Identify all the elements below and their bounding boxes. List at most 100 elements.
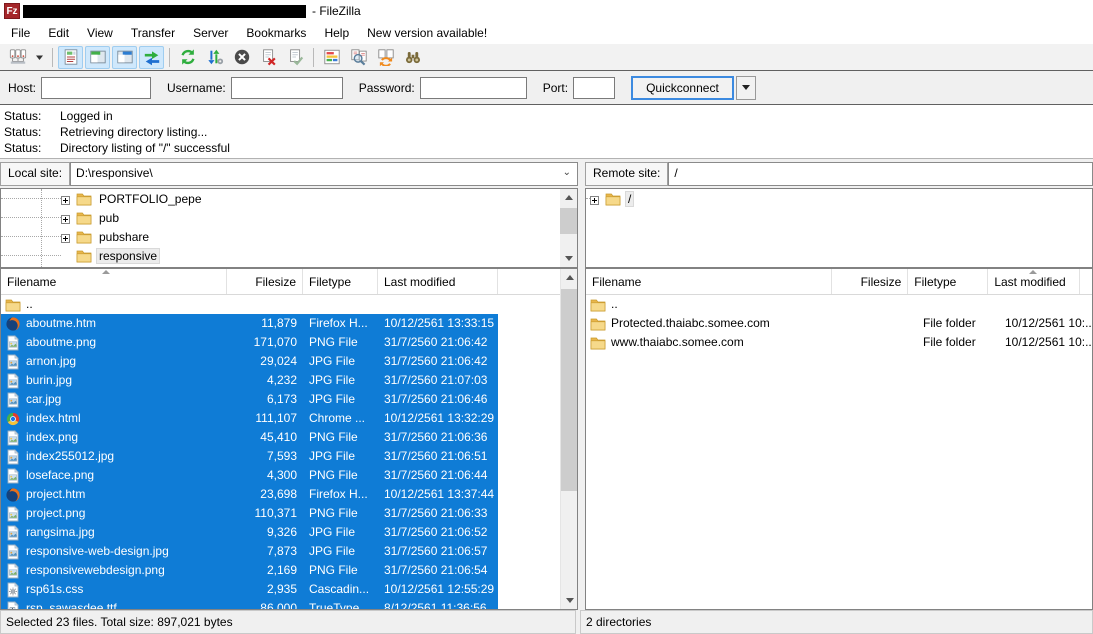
remote-site-combobox[interactable]: /	[668, 162, 1093, 186]
log-label: Status:	[4, 140, 60, 156]
redacted-title-text	[23, 5, 306, 18]
local-selection-status: Selected 23 files. Total size: 897,021 b…	[0, 610, 576, 634]
tree-expander-icon[interactable]	[590, 194, 599, 203]
file-size: 4,300	[227, 466, 303, 485]
file-row[interactable]: burin.jpg 4,232 JPG File 31/7/2560 21:07…	[1, 371, 498, 390]
quickconnect-dropdown-button[interactable]	[736, 76, 756, 100]
quickconnect-button[interactable]: Quickconnect	[631, 76, 734, 100]
scroll-down-arrow[interactable]	[561, 592, 578, 609]
file-row[interactable]: loseface.png 4,300 PNG File 31/7/2560 21…	[1, 466, 498, 485]
tree-expander-icon[interactable]	[61, 213, 70, 222]
tree-item-responsive[interactable]: responsive	[1, 246, 577, 265]
local-list-scrollbar[interactable]	[560, 269, 577, 609]
column-header-filesize[interactable]: Filesize	[832, 269, 908, 294]
reconnect-button[interactable]	[283, 46, 308, 69]
file-size: 7,873	[227, 542, 303, 561]
local-site-bar: Local site: D:\responsive\ ⌄	[0, 162, 578, 186]
password-input[interactable]	[420, 77, 527, 99]
column-header-filesize[interactable]: Filesize	[227, 269, 303, 294]
local-site-label: Local site:	[0, 162, 70, 186]
column-header-filename[interactable]: Filename	[586, 269, 832, 294]
menu-new-version-available[interactable]: New version available!	[358, 22, 496, 44]
find-files-button[interactable]	[400, 46, 425, 69]
disconnect-button[interactable]	[256, 46, 281, 69]
site-manager-dropdown-button[interactable]	[32, 46, 47, 69]
file-row[interactable]: Protected.thaiabc.somee.com File folder …	[586, 314, 1092, 333]
directory-compare-button[interactable]	[346, 46, 371, 69]
file-row[interactable]: Trsp_sawasdee.ttf 86,000 TrueType... 8/1…	[1, 599, 498, 609]
synchronized-browsing-button[interactable]	[373, 46, 398, 69]
file-size: 2,935	[227, 580, 303, 599]
column-header-filetype[interactable]: Filetype	[908, 269, 988, 294]
toggle-remote-tree-button[interactable]	[112, 46, 137, 69]
tree-item-pub[interactable]: pub	[1, 208, 577, 227]
file-modified: 31/7/2560 21:06:52	[378, 523, 498, 542]
remote-directory-tree: /	[585, 188, 1093, 268]
file-row[interactable]: project.png 110,371 PNG File 31/7/2560 2…	[1, 504, 498, 523]
tree-item--[interactable]: /	[586, 189, 1092, 208]
panel-splitter[interactable]	[578, 162, 585, 268]
scroll-up-arrow[interactable]	[560, 189, 577, 206]
file-size: 9,326	[227, 523, 303, 542]
menu-server[interactable]: Server	[184, 22, 237, 44]
file-type: PNG File	[303, 561, 378, 580]
local-tree-panel: Local site: D:\responsive\ ⌄ PORTFOLIO_p…	[0, 162, 578, 268]
scrollbar-thumb[interactable]	[560, 208, 577, 234]
local-list-header: FilenameFilesizeFiletypeLast modified	[1, 269, 577, 295]
file-row[interactable]: responsivewebdesign.png 2,169 PNG File 3…	[1, 561, 498, 580]
username-input[interactable]	[231, 77, 343, 99]
cancel-button[interactable]	[229, 46, 254, 69]
file-row[interactable]: project.htm 23,698 Firefox H... 10/12/25…	[1, 485, 498, 504]
menu-edit[interactable]: Edit	[39, 22, 78, 44]
menu-transfer[interactable]: Transfer	[122, 22, 184, 44]
file-row[interactable]: index.html 111,107 Chrome ... 10/12/2561…	[1, 409, 498, 428]
file-row[interactable]: aboutme.png 171,070 PNG File 31/7/2560 2…	[1, 333, 498, 352]
tree-expander-icon[interactable]	[61, 194, 70, 203]
port-input[interactable]	[573, 77, 615, 99]
column-header-last-modified[interactable]: Last modified	[378, 269, 498, 294]
local-tree-scrollbar[interactable]	[560, 189, 577, 267]
file-row[interactable]: car.jpg 6,173 JPG File 31/7/2560 21:06:4…	[1, 390, 498, 409]
menu-view[interactable]: View	[78, 22, 122, 44]
menu-bookmarks[interactable]: Bookmarks	[237, 22, 315, 44]
parent-directory-row[interactable]: ..	[1, 295, 498, 314]
host-input[interactable]	[41, 77, 151, 99]
column-header-last-modified[interactable]: Last modified	[988, 269, 1080, 294]
tree-item-pubshare[interactable]: pubshare	[1, 227, 577, 246]
scroll-up-arrow[interactable]	[561, 269, 578, 286]
file-type: JPG File	[303, 523, 378, 542]
menu-file[interactable]: File	[2, 22, 39, 44]
column-header-filler	[1080, 269, 1092, 294]
parent-directory-row[interactable]: ..	[586, 295, 1092, 314]
file-name: project.htm	[26, 485, 85, 504]
file-row[interactable]: rsp61s.css 2,935 Cascadin... 10/12/2561 …	[1, 580, 498, 599]
folder-icon	[76, 229, 92, 245]
refresh-button[interactable]	[175, 46, 200, 69]
menu-help[interactable]: Help	[315, 22, 358, 44]
file-row[interactable]: rangsima.jpg 9,326 JPG File 31/7/2560 21…	[1, 523, 498, 542]
toggle-transfer-queue-button[interactable]	[139, 46, 164, 69]
file-row[interactable]: responsive-web-design.jpg 7,873 JPG File…	[1, 542, 498, 561]
scroll-down-arrow[interactable]	[560, 250, 577, 267]
site-manager-button[interactable]	[5, 46, 30, 69]
toggle-log-view-button[interactable]	[58, 46, 83, 69]
ttf-file-icon: T	[5, 601, 21, 610]
column-header-filetype[interactable]: Filetype	[303, 269, 378, 294]
file-row[interactable]: arnon.jpg 29,024 JPG File 31/7/2560 21:0…	[1, 352, 498, 371]
directory-filter-button[interactable]	[319, 46, 344, 69]
file-row[interactable]: www.thaiabc.somee.com File folder 10/12/…	[586, 333, 1092, 352]
file-row[interactable]: aboutme.htm 11,879 Firefox H... 10/12/25…	[1, 314, 498, 333]
file-row[interactable]: index.png 45,410 PNG File 31/7/2560 21:0…	[1, 428, 498, 447]
panel-splitter[interactable]	[578, 268, 585, 610]
tree-item-portfolio-pepe[interactable]: PORTFOLIO_pepe	[1, 189, 577, 208]
file-row[interactable]: index255012.jpg 7,593 JPG File 31/7/2560…	[1, 447, 498, 466]
scrollbar-thumb[interactable]	[561, 289, 578, 491]
column-header-filename[interactable]: Filename	[1, 269, 227, 294]
toggle-local-tree-button[interactable]	[85, 46, 110, 69]
file-name: Protected.thaiabc.somee.com	[611, 314, 770, 333]
file-name: responsivewebdesign.png	[26, 561, 165, 580]
local-site-combobox[interactable]: D:\responsive\ ⌄	[70, 162, 578, 186]
process-queue-button[interactable]	[202, 46, 227, 69]
folder-icon	[590, 297, 606, 313]
tree-expander-icon[interactable]	[61, 232, 70, 241]
